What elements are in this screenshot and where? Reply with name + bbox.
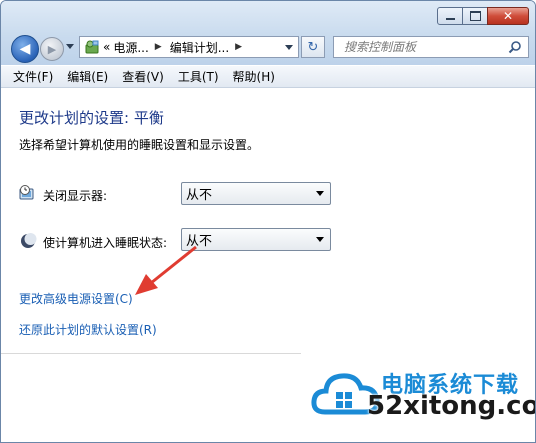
watermark: 电脑系统下载 52xitong.com	[301, 351, 535, 442]
control-panel-window: ✕ ◀ ▶ « 电源... ▶ 编辑计划... ▶ ↻ 搜索控制面板 文件(F)…	[0, 0, 536, 443]
watermark-url: 52xitong.com	[367, 391, 535, 421]
